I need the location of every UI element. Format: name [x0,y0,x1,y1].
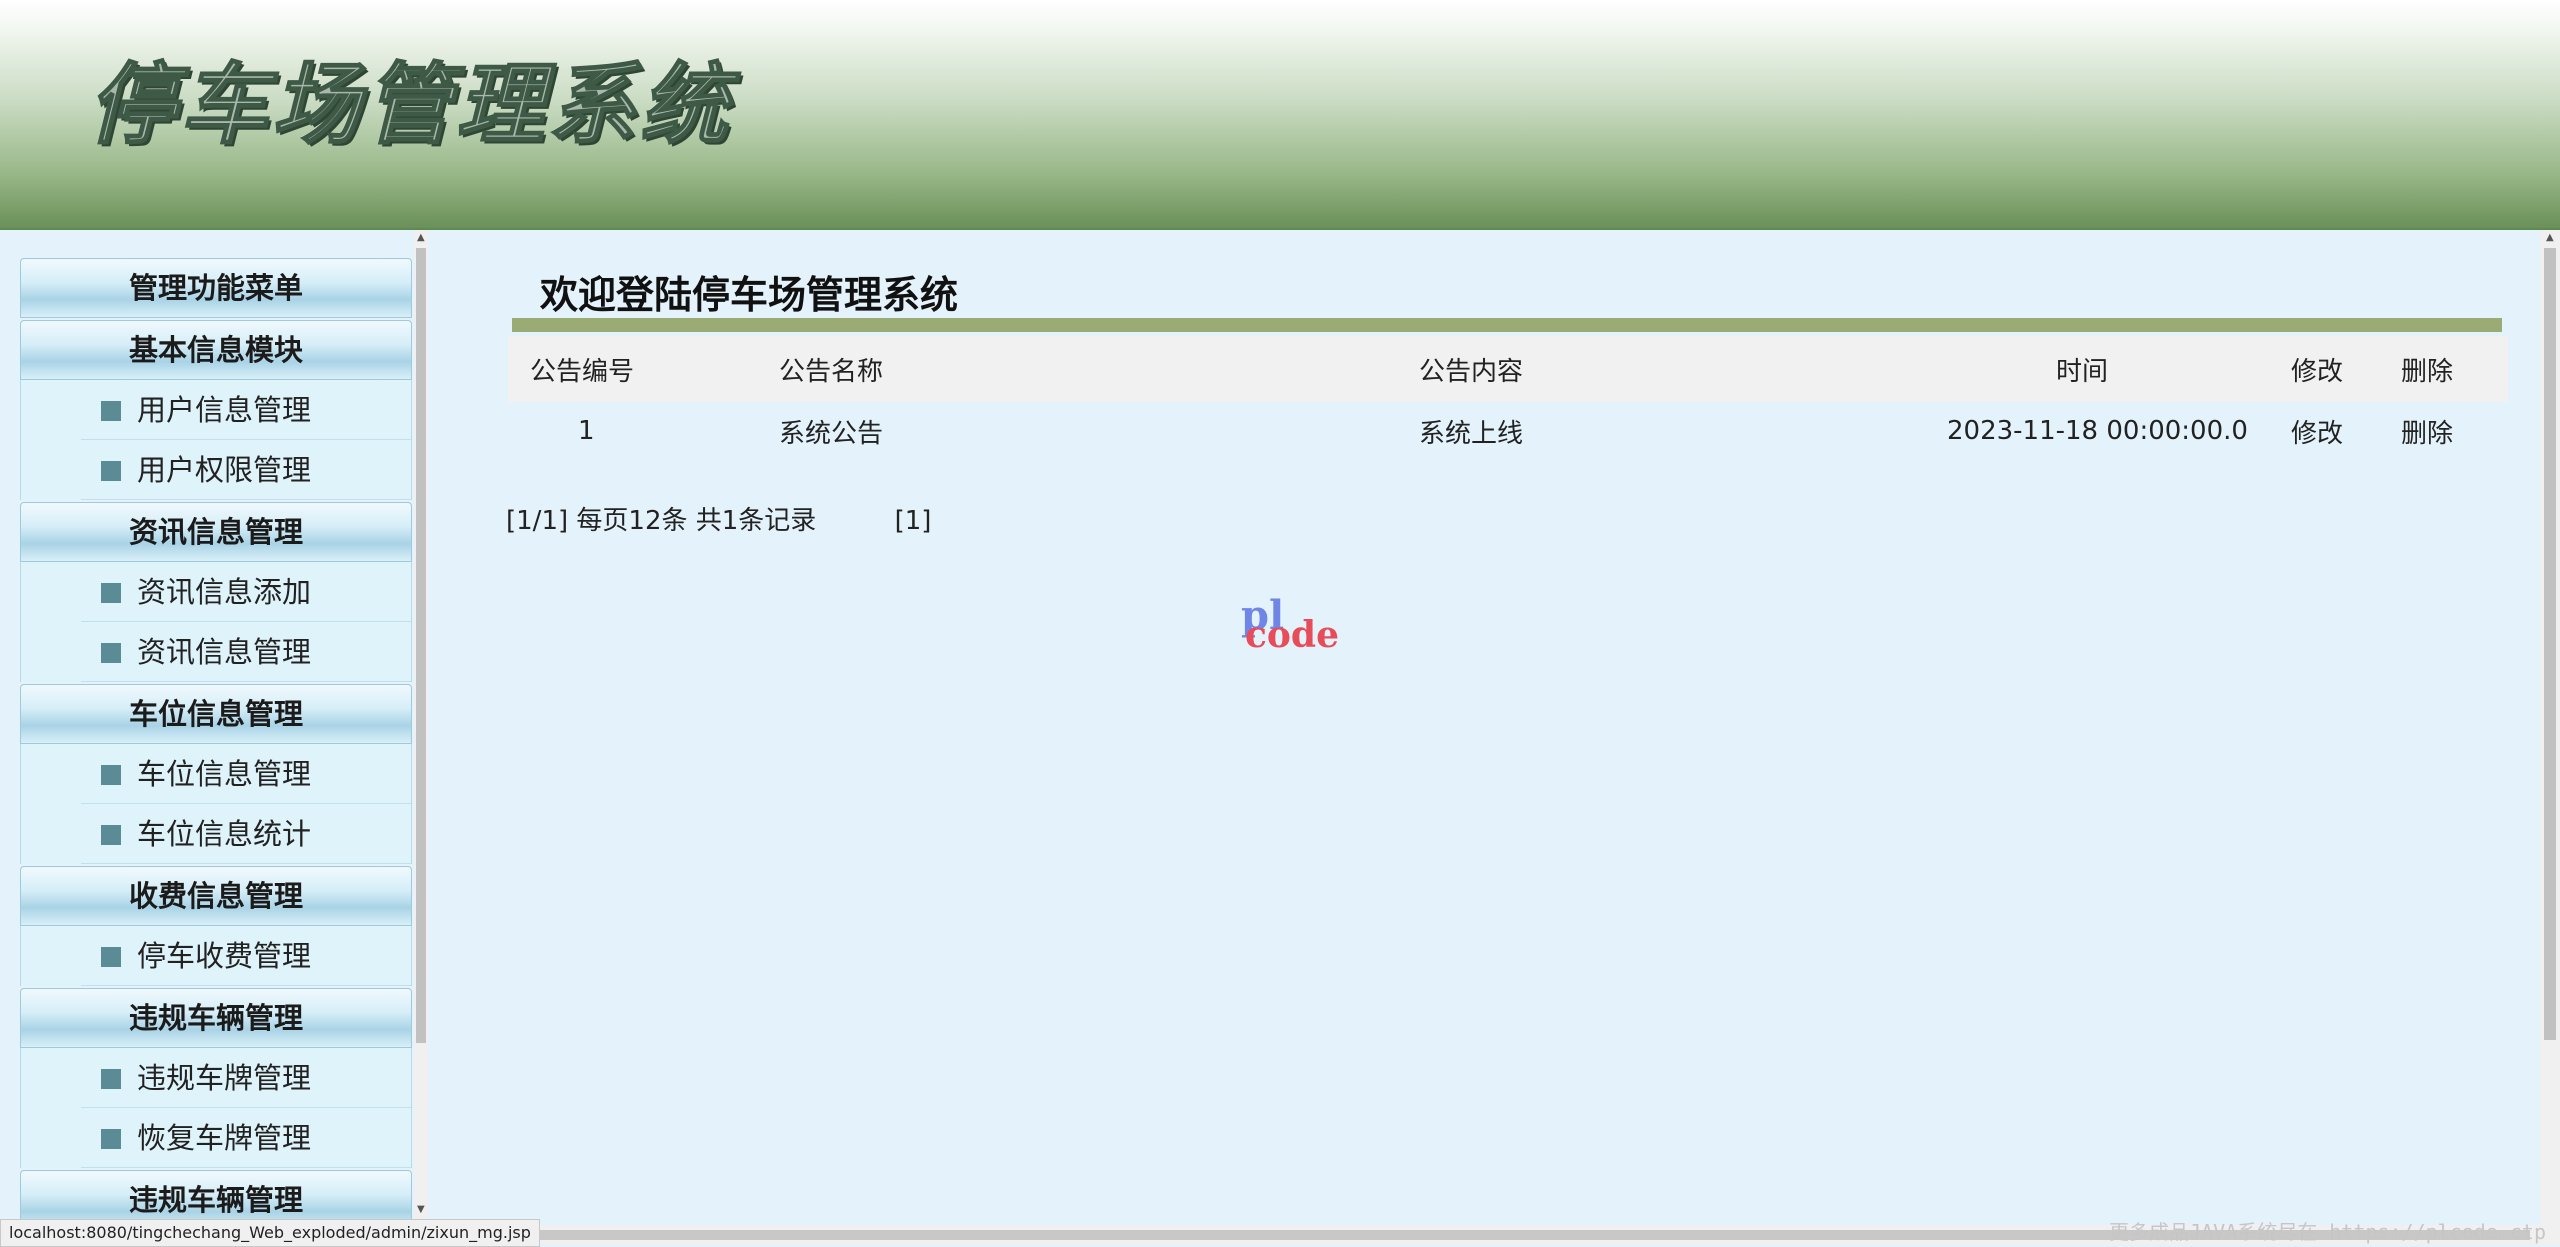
section-violations[interactable]: 违规车辆管理 [20,988,412,1048]
sidebar-scroll-thumb[interactable] [416,248,426,1043]
menu-item-label: 车位信息统计 [137,817,312,851]
menu-item-label: 用户权限管理 [137,453,312,487]
scroll-up-icon[interactable]: ▲ [417,232,425,243]
edit-link[interactable]: 修改 [2290,402,2400,460]
cell-id: 1 [578,416,595,446]
sidebar-scrollbar[interactable]: ▲ ▼ [414,230,428,1220]
menu-header: 管理功能菜单 [20,258,412,318]
col-header-name: 公告名称 [778,336,1418,402]
menu-item-label: 停车收费管理 [137,939,312,973]
section-fees[interactable]: 收费信息管理 [20,866,412,926]
menu-item-label: 资讯信息添加 [137,575,312,609]
section-basic-info[interactable]: 基本信息模块 [20,320,412,380]
title-divider [512,318,2502,332]
square-bullet-icon [101,1069,121,1089]
menu-item-parking-fees[interactable]: 停车收费管理 [20,926,412,986]
delete-link[interactable]: 删除 [2400,402,2508,460]
table-row: 1 系统公告 系统上线 2023-11-18 00:00:00.0 修改 删除 [508,402,2508,460]
square-bullet-icon [101,765,121,785]
col-header-delete: 删除 [2400,336,2508,402]
main-scrollbar[interactable]: ▲ [2540,230,2560,1225]
menu-item-user-permission[interactable]: 用户权限管理 [20,440,412,500]
col-header-time: 时间 [1946,336,2290,402]
watermark-text: 更多成品JAVA系统尽在 https://plcode.ctp [2109,1220,2546,1244]
square-bullet-icon [101,643,121,663]
menu-item-news-add[interactable]: 资讯信息添加 [20,562,412,622]
page-link-1[interactable]: [1] [895,506,932,536]
sidebar-menu: 管理功能菜单 基本信息模块 用户信息管理 用户权限管理 资讯信息管理 资讯信息添… [20,256,412,1230]
square-bullet-icon [101,947,121,967]
section-parking-space[interactable]: 车位信息管理 [20,684,412,744]
col-header-id: 公告编号 [508,336,778,402]
cell-time: 2023-11-18 00:00:00.0 [1947,416,2248,446]
plcode-logo: pl code [1241,592,1351,662]
browser-status-url: localhost:8080/tingchechang_Web_exploded… [0,1219,540,1247]
menu-item-user-info[interactable]: 用户信息管理 [20,380,412,440]
header-banner: 停车场管理系统 [0,0,2560,230]
square-bullet-icon [101,401,121,421]
menu-item-label: 恢复车牌管理 [137,1121,312,1155]
menu-item-label: 车位信息管理 [137,757,312,791]
notice-table: 公告编号 公告名称 公告内容 时间 修改 删除 1 系统公告 系统上线 2023… [508,336,2508,460]
square-bullet-icon [101,583,121,603]
menu-item-label: 资讯信息管理 [137,635,312,669]
square-bullet-icon [101,461,121,481]
menu-item-space-stats[interactable]: 车位信息统计 [20,804,412,864]
sidebar: 管理功能菜单 基本信息模块 用户信息管理 用户权限管理 资讯信息管理 资讯信息添… [0,230,422,1230]
table-header-row: 公告编号 公告名称 公告内容 时间 修改 删除 [508,336,2508,402]
menu-item-space-manage[interactable]: 车位信息管理 [20,744,412,804]
pagination-info: [1/1] 每页12条 共1条记录 [506,506,817,536]
menu-item-label: 用户信息管理 [137,393,312,427]
cell-content: 系统上线 [1419,418,1524,449]
section-news[interactable]: 资讯信息管理 [20,502,412,562]
page-title: 欢迎登陆停车场管理系统 [540,272,959,317]
col-header-content: 公告内容 [1418,336,1946,402]
square-bullet-icon [101,1129,121,1149]
cell-name: 系统公告 [779,418,884,449]
logo-text-code: code [1245,614,1340,656]
menu-item-violation-plates[interactable]: 违规车牌管理 [20,1048,412,1108]
site-title: 停车场管理系统 [87,51,733,157]
col-header-edit: 修改 [2290,336,2400,402]
scroll-up-icon[interactable]: ▲ [2546,232,2554,243]
square-bullet-icon [101,825,121,845]
menu-item-news-manage[interactable]: 资讯信息管理 [20,622,412,682]
main-content: 欢迎登陆停车场管理系统 公告编号 公告名称 公告内容 时间 修改 删除 1 系统… [446,230,2536,1225]
menu-item-restore-plates[interactable]: 恢复车牌管理 [20,1108,412,1168]
scroll-down-icon[interactable]: ▼ [417,1204,425,1215]
main-scroll-thumb[interactable] [2544,248,2556,1040]
pagination: [1/1] 每页12条 共1条记录 [1] [506,500,931,537]
menu-item-label: 违规车牌管理 [137,1061,312,1095]
